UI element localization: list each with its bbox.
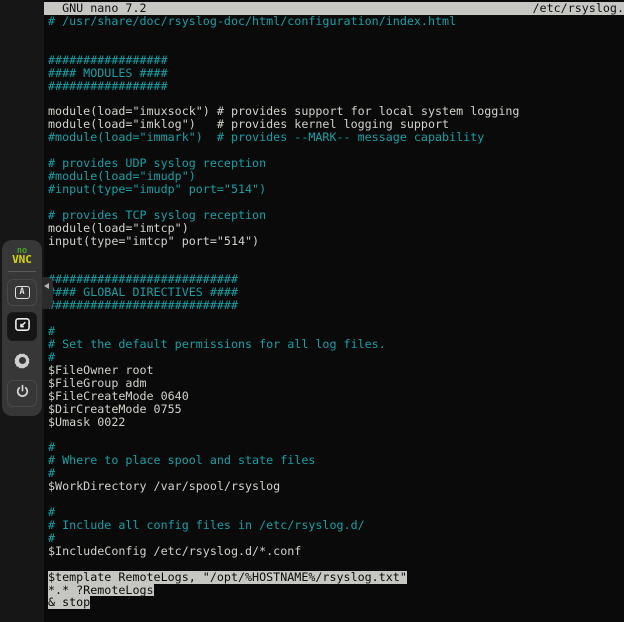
editor-line <box>48 28 624 41</box>
editor-line: #module(load="immark") # provides --MARK… <box>48 131 624 144</box>
power-icon <box>14 383 31 404</box>
editor-line: $FileOwner root <box>48 364 624 377</box>
settings-button[interactable] <box>7 347 37 374</box>
editor-line: $FileCreateMode 0640 <box>48 390 624 403</box>
editor-line <box>48 196 624 209</box>
editor-line <box>48 493 624 506</box>
editor-line: # Include all config files in /etc/rsysl… <box>48 519 624 532</box>
collapse-arrow-icon <box>44 283 49 289</box>
panel-divider <box>8 271 36 272</box>
editor-line: ########################### <box>48 299 624 312</box>
panel-collapse-handle[interactable] <box>42 277 53 309</box>
editor-line: input(type="imtcp" port="514") <box>48 235 624 248</box>
editor-line <box>48 429 624 442</box>
editor-line <box>48 248 624 261</box>
editor-line: # <box>48 532 624 545</box>
editor-line: $WorkDirectory /var/spool/rsyslog <box>48 480 624 493</box>
vnc-control-panel: no VNC A <box>2 240 42 416</box>
fullscreen-button[interactable] <box>7 312 37 341</box>
editor-line: # <box>48 506 624 519</box>
novnc-logo: no VNC <box>12 247 32 265</box>
editor-line: $FileGroup adm <box>48 377 624 390</box>
editor-line: & stop <box>48 596 624 609</box>
keyboard-button[interactable]: A <box>7 279 37 306</box>
editor-line: module(load="imtcp") <box>48 222 624 235</box>
editor-line: #input(type="imudp" port="514") <box>48 183 624 196</box>
editor-line: $DirCreateMode 0755 <box>48 403 624 416</box>
editor-content: # /usr/share/doc/rsyslog-doc/html/config… <box>44 15 624 609</box>
editor-line: ################# <box>48 54 624 67</box>
editor-line <box>48 558 624 571</box>
editor-line: $Umask 0022 <box>48 416 624 429</box>
terminal-screen[interactable]: GNU nano 7.2 /etc/rsyslog. # /usr/share/… <box>44 0 624 622</box>
fullscreen-icon <box>13 316 32 337</box>
editor-line <box>48 41 624 54</box>
editor-line: $IncludeConfig /etc/rsyslog.d/*.conf <box>48 545 624 558</box>
power-button[interactable] <box>7 380 37 407</box>
editor-line: $template RemoteLogs, "/opt/%HOSTNAME%/r… <box>48 571 624 584</box>
novnc-logo-bottom: VNC <box>12 255 32 265</box>
nano-filename: /etc/rsyslog. <box>533 2 624 15</box>
editor-line: # Where to place spool and state files <box>48 454 624 467</box>
editor-line: # provides TCP syslog reception <box>48 209 624 222</box>
keyboard-icon: A <box>15 286 30 299</box>
editor-line: *.* ?RemoteLogs <box>48 584 624 597</box>
editor-line: # <box>48 351 624 364</box>
editor-line: # /usr/share/doc/rsyslog-doc/html/config… <box>48 15 624 28</box>
editor-line: #### MODULES #### <box>48 67 624 80</box>
editor-line <box>48 312 624 325</box>
gear-icon <box>13 352 31 370</box>
editor-line: ################# <box>48 80 624 93</box>
editor-line: # Set the default permissions for all lo… <box>48 338 624 351</box>
